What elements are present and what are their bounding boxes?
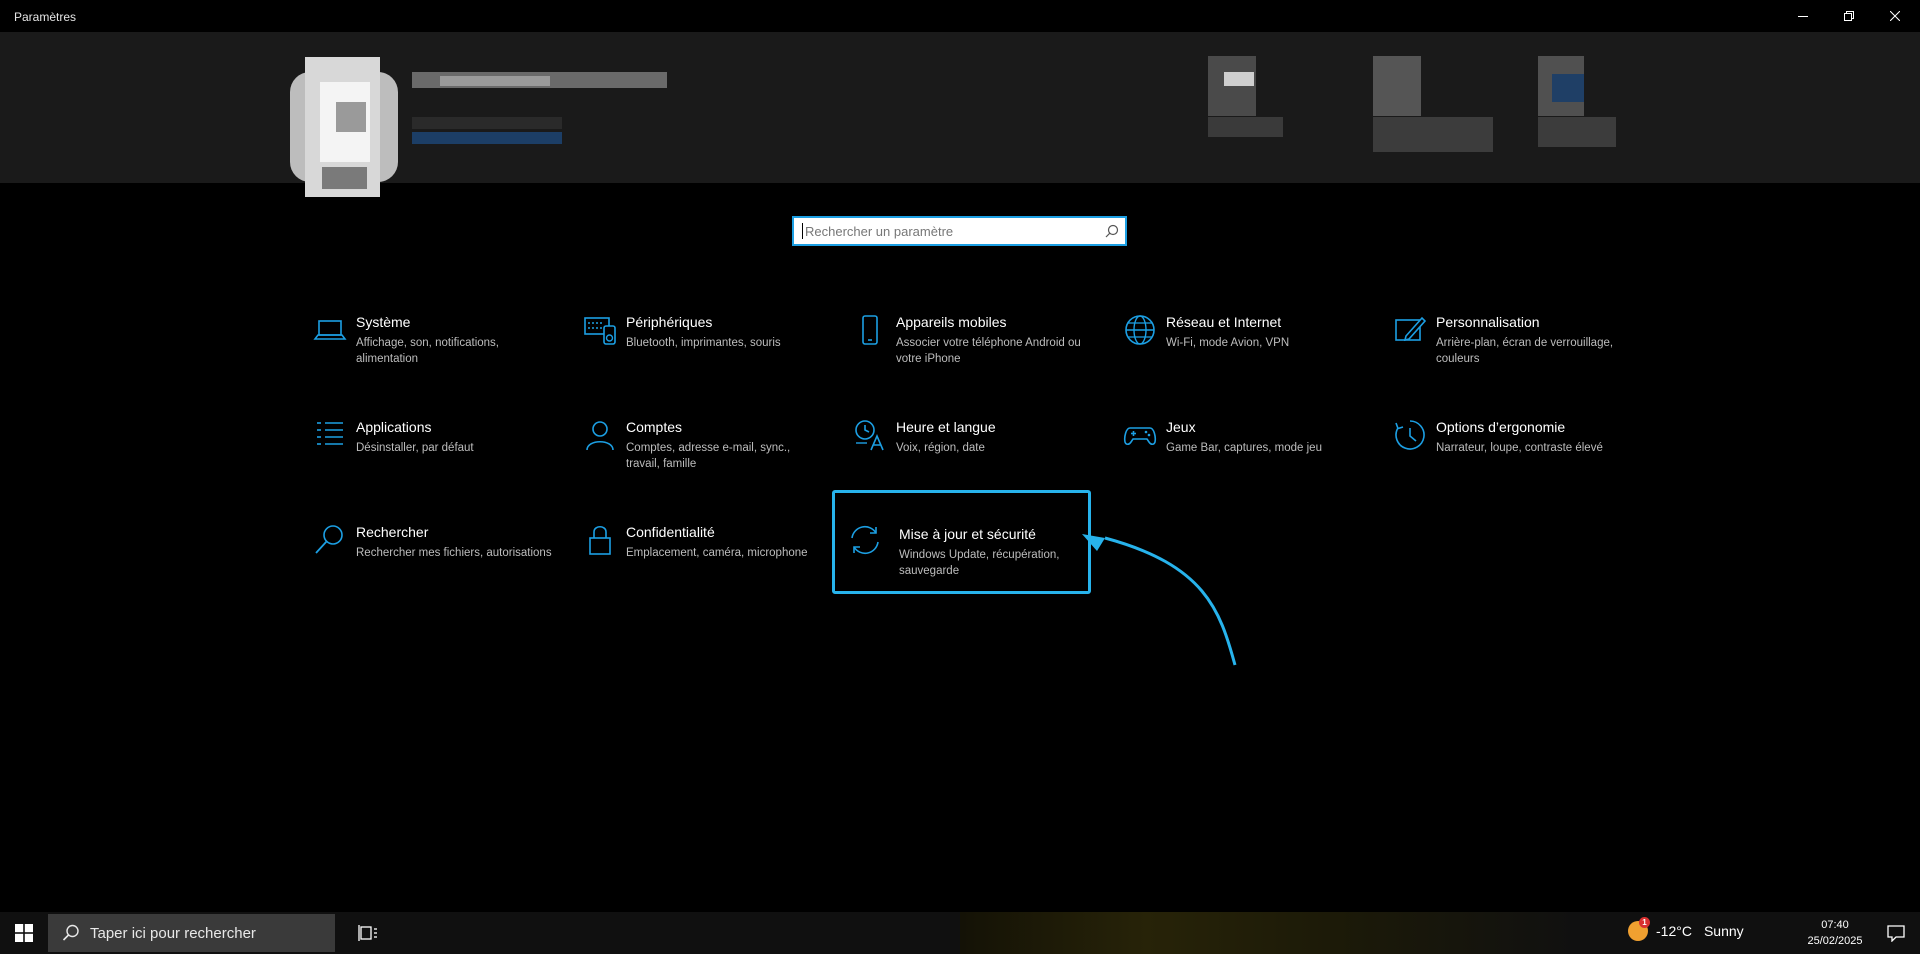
tile-desc: Arrière-plan, écran de verrouillage, cou… <box>1436 337 1614 365</box>
tile-title: Mise à jour et sécurité <box>899 526 1036 542</box>
tile-desc: Désinstaller, par défaut <box>356 442 474 454</box>
tile-title: Réseau et Internet <box>1166 314 1282 330</box>
close-button[interactable] <box>1872 0 1918 32</box>
window-title: Paramètres <box>14 10 77 24</box>
minimize-button[interactable] <box>1780 0 1826 32</box>
weather-condition: Sunny <box>1703 923 1744 939</box>
account-header <box>0 32 1920 197</box>
search-input[interactable] <box>803 219 1099 243</box>
tile-desc: Emplacement, caméra, microphone <box>626 547 808 559</box>
clock[interactable]: 07:40 25/02/2025 <box>1800 917 1870 949</box>
taskbar-wallpaper <box>960 912 1580 954</box>
weather-sun-icon: 1 <box>1628 917 1650 941</box>
tile-title: Confidentialité <box>626 524 715 540</box>
taskbar-search[interactable]: Taper ici pour rechercher <box>48 914 335 952</box>
tile-desc: Wi-Fi, mode Avion, VPN <box>1166 337 1290 349</box>
globe-icon <box>1125 315 1155 345</box>
tile-applications[interactable]: Applications Désinstaller, par défaut <box>300 407 560 503</box>
tile-title: Comptes <box>626 419 683 435</box>
apps-list-icon <box>317 422 343 445</box>
tile-mise-a-jour-securite[interactable]: Mise à jour et sécurité Windows Update, … <box>832 490 1091 594</box>
tile-desc: Associer votre téléphone Android ou votr… <box>896 337 1081 365</box>
tile-desc: Affichage, son, notifications, alimentat… <box>356 337 499 365</box>
tile-title: Périphériques <box>626 314 713 330</box>
taskbar-search-placeholder: Taper ici pour rechercher <box>90 924 256 942</box>
tile-desc: Game Bar, captures, mode jeu <box>1166 442 1322 454</box>
tile-jeux[interactable]: Jeux Game Bar, captures, mode jeu <box>1110 407 1370 503</box>
tile-comptes[interactable]: Comptes Comptes, adresse e-mail, sync., … <box>570 407 830 503</box>
tile-title: Rechercher <box>356 524 429 540</box>
weather-widget[interactable]: 1 -12°C Sunny <box>1628 917 1744 941</box>
clock-time: 07:40 <box>1821 919 1849 931</box>
tile-title: Appareils mobiles <box>896 314 1007 330</box>
tile-desc: Narrateur, loupe, contraste élevé <box>1436 442 1603 454</box>
restore-icon <box>1844 11 1854 21</box>
devices-icon <box>584 317 616 345</box>
tile-appareils-mobiles[interactable]: Appareils mobiles Associer votre télépho… <box>840 302 1100 398</box>
laptop-icon <box>313 320 347 340</box>
tile-desc: Windows Update, récupération, sauvegarde <box>899 549 1060 577</box>
windows-icon <box>15 924 33 942</box>
restore-button[interactable] <box>1826 0 1872 32</box>
tile-desc: Comptes, adresse e-mail, sync., travail,… <box>626 442 791 470</box>
tile-rechercher[interactable]: Rechercher Rechercher mes fichiers, auto… <box>300 512 560 608</box>
annotation-arrow <box>1082 534 1237 666</box>
start-button[interactable] <box>0 912 48 954</box>
tile-heure-langue[interactable]: Heure et langue Voix, région, date <box>840 407 1100 503</box>
tile-title: Applications <box>356 419 432 435</box>
pen-icon <box>1395 316 1427 342</box>
header-item-1-blur[interactable] <box>1208 56 1256 116</box>
task-view-icon <box>358 925 377 941</box>
phone-icon <box>862 315 878 345</box>
sync-icon <box>851 525 879 555</box>
tile-options-ergonomie[interactable]: Options d’ergonomie Narrateur, loupe, co… <box>1380 407 1640 503</box>
search-icon <box>62 924 79 941</box>
tile-title: Jeux <box>1166 419 1196 435</box>
tile-personnalisation[interactable]: Personnalisation Arrière-plan, écran de … <box>1380 302 1640 398</box>
tile-desc: Bluetooth, imprimantes, souris <box>626 337 781 349</box>
tile-title: Heure et langue <box>896 419 996 435</box>
tile-title: Système <box>356 314 411 330</box>
task-view-button[interactable] <box>346 912 390 954</box>
tile-reseau-internet[interactable]: Réseau et Internet Wi-Fi, mode Avion, VP… <box>1110 302 1370 398</box>
tile-desc: Voix, région, date <box>896 442 985 454</box>
title-bar: Paramètres <box>0 0 1920 32</box>
notification-center-button[interactable] <box>1872 912 1920 954</box>
tile-systeme[interactable]: Système Affichage, son, notifications, a… <box>300 302 560 398</box>
tile-peripheriques[interactable]: Périphériques Bluetooth, imprimantes, so… <box>570 302 830 398</box>
taskbar: Taper ici pour rechercher 1 -12°C Sunny … <box>0 912 1920 954</box>
header-item-2-blur[interactable] <box>1373 56 1421 116</box>
account-link-blur[interactable] <box>412 132 562 144</box>
tile-title: Options d’ergonomie <box>1436 419 1566 435</box>
ease-of-access-icon <box>1395 420 1425 450</box>
lock-icon <box>589 525 611 555</box>
clock-date: 25/02/2025 <box>1807 935 1863 947</box>
search-icon[interactable] <box>1099 218 1125 244</box>
weather-badge: 1 <box>1639 917 1650 928</box>
minimize-icon <box>1798 16 1808 17</box>
close-icon <box>1890 11 1900 21</box>
settings-search[interactable] <box>792 216 1127 246</box>
tile-title: Personnalisation <box>1436 314 1540 330</box>
weather-temp: -12°C <box>1656 923 1692 939</box>
gamepad-icon <box>1123 427 1157 446</box>
time-language-icon <box>855 420 884 451</box>
search-icon <box>315 525 343 554</box>
person-icon <box>586 421 614 451</box>
notification-icon <box>1887 925 1905 942</box>
tile-desc: Rechercher mes fichiers, autorisations <box>356 547 552 559</box>
tile-confidentialite[interactable]: Confidentialité Emplacement, caméra, mic… <box>570 512 830 608</box>
